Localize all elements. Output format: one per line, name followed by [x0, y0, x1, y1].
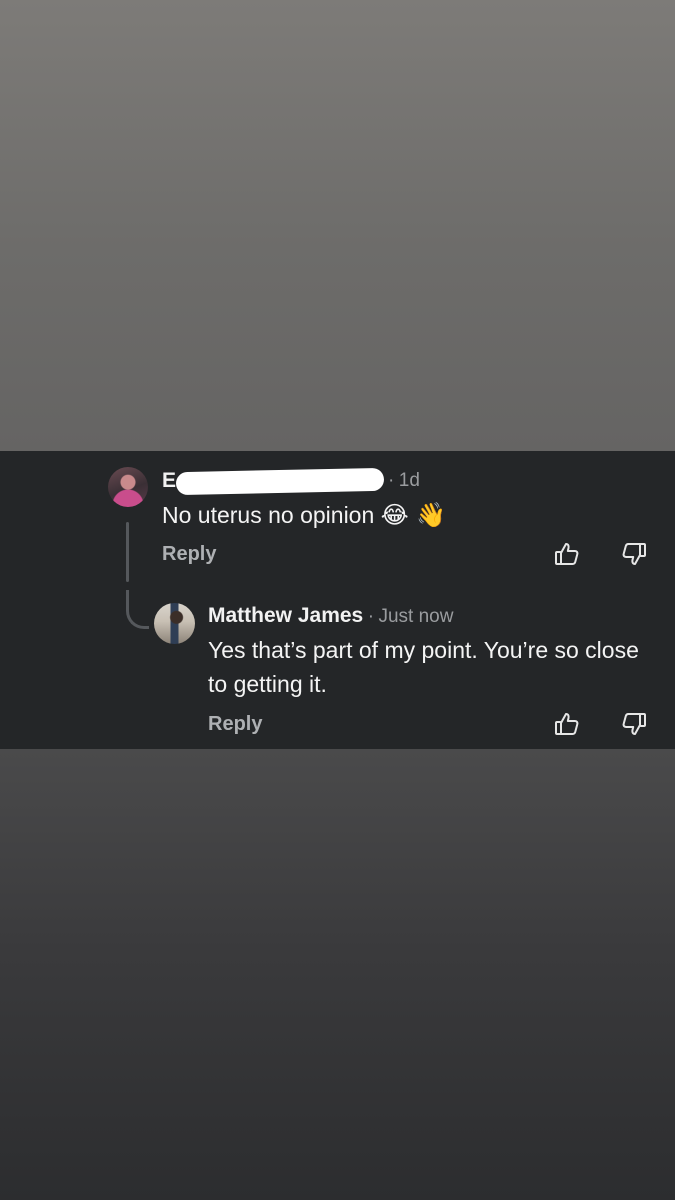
background-bottom [0, 749, 675, 1200]
comment-timestamp: Just now [378, 606, 454, 627]
thumbs-up-icon[interactable] [553, 710, 581, 738]
comment-author[interactable]: Matthew James [208, 604, 363, 627]
reply-button[interactable]: Reply [208, 713, 262, 736]
reply-button[interactable]: Reply [162, 543, 216, 566]
comment-timestamp: 1d [398, 470, 420, 491]
comment-meta: · 1d [388, 470, 420, 492]
thumbs-up-icon[interactable] [553, 540, 581, 568]
redaction-mark [175, 467, 385, 496]
comment-body: Yes that’s part of my point. You’re so c… [208, 637, 639, 697]
thumbs-down-icon[interactable] [620, 540, 648, 568]
background-top [0, 0, 675, 451]
comment-header: Matthew James · Just now [208, 604, 453, 628]
meta-separator: · [388, 470, 395, 491]
comment-author[interactable]: E [162, 469, 176, 492]
comment-body: No uterus no opinion 😂 👋 [162, 498, 446, 532]
avatar[interactable] [154, 603, 195, 644]
thread-connector [126, 522, 129, 582]
meta-separator: · [367, 606, 375, 627]
comment-thread [0, 451, 675, 749]
comment-emojis: 😂 👋 [380, 501, 447, 529]
thumbs-down-icon[interactable] [620, 710, 648, 738]
comment-text: No uterus no opinion [162, 502, 375, 528]
comment-header: E [162, 469, 176, 493]
avatar[interactable] [108, 467, 148, 507]
